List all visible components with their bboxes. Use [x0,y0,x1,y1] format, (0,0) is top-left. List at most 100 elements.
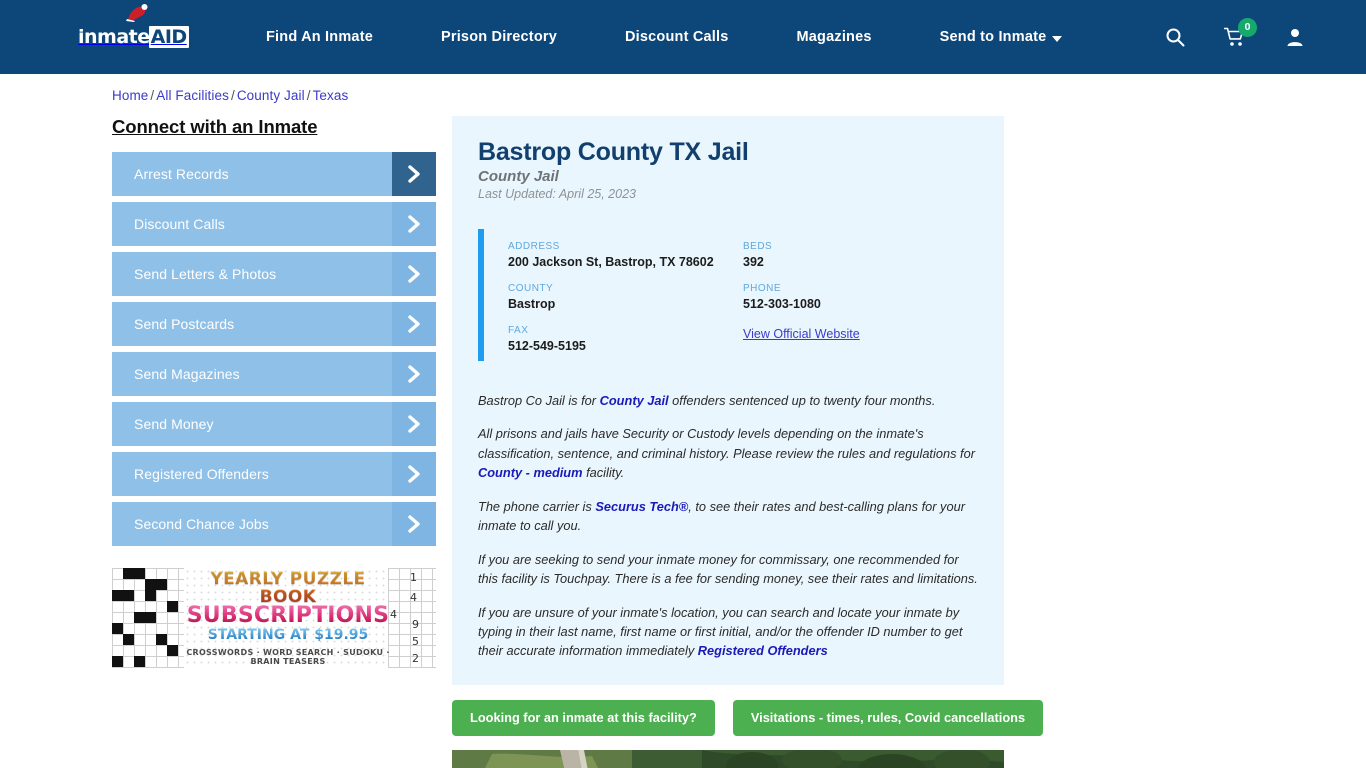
santa-hat-icon [126,4,148,22]
breadcrumb-item-home[interactable]: Home [112,88,148,103]
facility-description: Bastrop Co Jail is for County Jail offen… [478,391,978,661]
link-county-medium[interactable]: County - medium [478,465,583,480]
link-county-jail[interactable]: County Jail [600,393,669,408]
sidebar-item-label: Send Money [134,416,214,432]
sidebar-item-label: Registered Offenders [134,466,269,482]
nav-link-label[interactable]: Prison Directory [441,29,557,45]
info-label: FAX [508,325,529,336]
nav-item-prison-directory[interactable]: Prison Directory [407,28,591,46]
cart-count-badge: 0 [1238,18,1257,37]
sidebar-item-label: Discount Calls [134,216,225,232]
sidebar-item-arrest-records[interactable]: Arrest Records [112,152,436,196]
nav-item-send-to-inmate[interactable]: Send to Inmate [906,28,1097,46]
sidebar-item-label: Second Chance Jobs [134,516,269,532]
link-registered-offenders[interactable]: Registered Offenders [698,643,828,658]
sudoku-digit: 5 [412,635,419,648]
breadcrumb-separator: / [306,88,311,103]
sudoku-digit: 2 [412,652,419,665]
page-body: Home / All Facilities / County Jail / Texas Co… [0,88,1366,768]
sudoku-digit: 9 [412,618,419,631]
info-value: 512-549-5195 [508,339,586,353]
search-icon[interactable] [1164,26,1186,48]
sidebar-item-send-postcards[interactable]: Send Postcards [112,302,436,346]
paragraph-text: Bastrop Co Jail is for [478,393,600,408]
sudoku-grid-graphic: 1 4 4 9 5 2 [388,568,436,668]
breadcrumb-separator: / [150,88,155,103]
sidebar-item-label: Send Postcards [134,316,235,332]
shopping-cart-icon[interactable]: 0 [1224,18,1257,48]
user-account-icon[interactable] [1284,26,1306,48]
breadcrumb-item-all-facilities[interactable]: All Facilities [156,88,229,103]
breadcrumb-item-texas[interactable]: Texas [313,88,349,103]
aerial-facility-photo[interactable] [452,749,1004,768]
info-label: COUNTY [508,283,554,294]
facility-type-subtitle: County Jail [478,168,559,185]
last-updated-text: Last Updated: April 25, 2023 [478,187,636,201]
nav-item-magazines[interactable]: Magazines [763,28,906,46]
visitations-button[interactable]: Visitations - times, rules, Covid cancel… [732,699,1044,736]
nav-link-label[interactable]: Discount Calls [625,29,729,45]
sidebar-item-send-letters-photos[interactable]: Send Letters & Photos [112,252,436,296]
sidebar-item-registered-offenders[interactable]: Registered Offenders [112,452,436,496]
sidebar: Connect with an Inmate Arrest Records Di… [112,116,436,768]
breadcrumb-separator: / [230,88,235,103]
chevron-right-icon [392,152,436,196]
facility-paragraph-3: The phone carrier is Securus Tech®, to s… [478,497,978,536]
chevron-right-icon [392,252,436,296]
sidebar-item-second-chance-jobs[interactable]: Second Chance Jobs [112,502,436,546]
crossword-grid-graphic [112,568,184,668]
main-navigation: Find An Inmate Prison Directory Discount… [266,28,1096,46]
breadcrumb: Home / All Facilities / County Jail / Texas [112,88,1366,103]
chevron-right-icon [392,402,436,446]
site-header: inmateAID Find An Inmate Prison Director… [0,0,1366,74]
nav-link-label[interactable]: Find An Inmate [266,29,373,45]
info-value: 200 Jackson St, Bastrop, TX 78602 [508,255,714,269]
info-field-county: COUNTY Bastrop [508,283,743,311]
info-label: PHONE [743,283,782,294]
page-title: Bastrop County TX Jail [478,138,749,166]
facility-paragraph-4: If you are seeking to send your inmate m… [478,551,978,587]
sidebar-item-discount-calls[interactable]: Discount Calls [112,202,436,246]
chevron-right-icon [392,502,436,546]
breadcrumb-item-county-jail[interactable]: County Jail [237,88,305,103]
sudoku-digit: 4 [410,591,417,604]
nav-item-find-an-inmate[interactable]: Find An Inmate [266,28,407,46]
sidebar-title: Connect with an Inmate [112,116,318,137]
info-label: ADDRESS [508,241,560,252]
link-securus-tech[interactable]: Securus Tech® [595,499,688,514]
view-official-website-link[interactable]: View Official Website [743,327,860,341]
logo-text-primary: inmate [78,26,150,48]
logo-text: inmateAID [78,26,189,48]
facility-paragraph-1: Bastrop Co Jail is for County Jail offen… [478,391,978,410]
main-content: Bastrop County TX Jail County Jail Last … [452,116,1044,768]
chevron-right-icon [392,352,436,396]
info-field-phone: PHONE 512-303-1080 [743,283,978,311]
looking-for-inmate-button[interactable]: Looking for an inmate at this facility? [452,699,715,736]
puzzle-book-ad-banner[interactable]: 1 4 4 9 5 2 YEARLY PUZZLE BOOK SUBSCRIPT… [112,568,436,668]
chevron-right-icon [392,452,436,496]
cta-button-row: Looking for an inmate at this facility? … [452,699,1044,736]
header-icon-group: 0 [1164,0,1306,74]
facility-paragraph-2: All prisons and jails have Security or C… [478,424,978,482]
info-field-official-website: View Official Website [743,325,978,343]
chevron-down-icon [1052,35,1063,42]
ad-price-line: STARTING AT $19.95 [207,627,369,644]
nav-item-discount-calls[interactable]: Discount Calls [591,28,763,46]
paragraph-text: All prisons and jails have Security or C… [478,426,975,461]
facility-info-block: ADDRESS 200 Jackson St, Bastrop, TX 7860… [478,229,978,361]
nav-link-label[interactable]: Magazines [797,29,872,45]
info-field-address: ADDRESS 200 Jackson St, Bastrop, TX 7860… [508,241,743,269]
facility-paragraph-5: If you are unsure of your inmate's locat… [478,603,978,661]
site-logo[interactable]: inmateAID [78,4,189,57]
logo-text-secondary: AID [148,26,189,48]
sidebar-item-label: Send Letters & Photos [134,266,277,282]
facility-panel: Bastrop County TX Jail County Jail Last … [452,116,1004,685]
paragraph-text: facility. [582,465,625,481]
sidebar-item-label: Arrest Records [134,166,229,182]
info-label: BEDS [743,241,773,252]
info-value: 512-303-1080 [743,297,821,311]
sidebar-item-send-money[interactable]: Send Money [112,402,436,446]
sidebar-item-send-magazines[interactable]: Send Magazines [112,352,436,396]
chevron-right-icon [392,302,436,346]
sidebar-item-label: Send Magazines [134,366,240,382]
